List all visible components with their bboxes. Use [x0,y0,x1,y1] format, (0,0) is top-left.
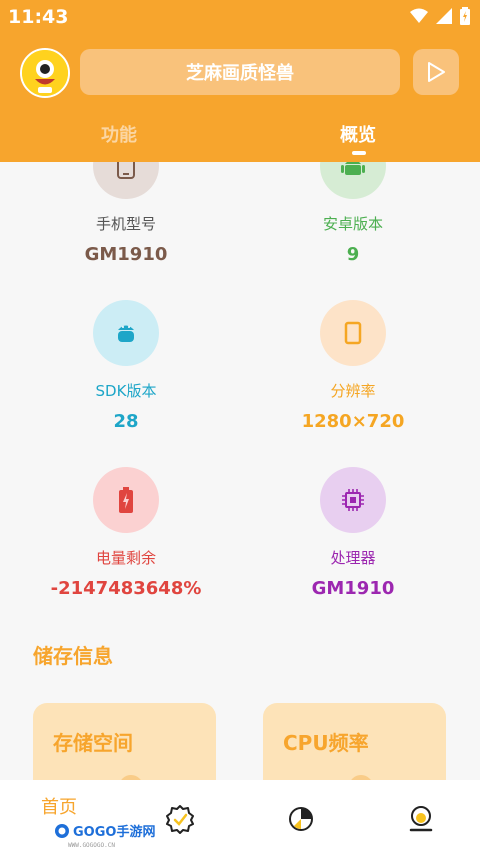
sdk-version-label: SDK版本 [95,382,157,400]
resolution-value: 1280×720 [301,411,405,432]
status-icons [410,7,470,25]
storage-card-title: 存储空间 [53,731,133,755]
app-header: 11:43 芝麻画质怪兽 功能 概览 [0,0,480,162]
status-time: 11:43 [8,6,69,28]
play-button[interactable] [413,49,459,95]
android-version-label: 安卓版本 [322,215,383,233]
info-processor: 处理器 GM1910 [253,467,453,599]
phone-model-value: GM1910 [84,244,168,265]
chip-icon [320,467,386,533]
cpu-card-title: CPU频率 [283,731,369,755]
battery-value: -2147483648% [50,578,202,599]
watermark: GOGO手游网 [54,821,155,840]
battery-label: 电量剩余 [95,549,156,567]
app-title-pill[interactable]: 芝麻画质怪兽 [80,49,400,95]
processor-label: 处理器 [330,549,376,567]
android-icon [320,162,386,199]
android-sdk-icon [93,300,159,366]
bottom-navigation: 首页 GOGO手游网 WWW.GOGOGO.CN [0,780,480,853]
battery-status-icon [460,7,470,25]
overview-content[interactable]: 手机型号 GM1910 安卓版本 9 SDK版本 28 分辨率 1280×720… [0,162,480,780]
watermark-sub: WWW.GOGOGO.CN [68,842,115,849]
watermark-text: GOGO手游网 [73,825,156,840]
sdk-version-value: 28 [113,411,139,432]
status-bar: 11:43 [0,0,480,34]
nav-home[interactable]: 首页 [41,793,77,819]
badge-check-icon[interactable] [165,804,195,834]
cpu-frequency-card[interactable]: CPU频率 [263,703,446,780]
active-tab-indicator [352,151,366,155]
tab-overview[interactable]: 概览 [340,121,376,147]
phone-model-label: 手机型号 [95,215,156,233]
tab-function[interactable]: 功能 [101,121,137,147]
info-android-version: 安卓版本 9 [253,162,453,265]
profile-icon[interactable] [406,804,436,834]
info-resolution: 分辨率 1280×720 [253,300,453,432]
battery-icon [93,467,159,533]
processor-value: GM1910 [311,578,395,599]
storage-section-title: 储存信息 [33,644,113,668]
wifi-icon [410,8,428,23]
resolution-label: 分辨率 [330,382,376,400]
info-phone-model: 手机型号 GM1910 [26,162,226,265]
android-version-value: 9 [346,244,360,265]
gogo-logo-icon [55,823,69,838]
pie-chart-icon[interactable] [286,804,316,834]
signal-icon [436,8,452,24]
monster-logo-icon [22,50,68,96]
info-sdk-version: SDK版本 28 [26,300,226,432]
storage-card[interactable]: 存储空间 [33,703,216,780]
phone-icon [93,162,159,199]
app-avatar[interactable] [20,48,70,98]
play-icon [428,62,445,82]
screen-icon [320,300,386,366]
info-battery: 电量剩余 -2147483648% [26,467,226,599]
